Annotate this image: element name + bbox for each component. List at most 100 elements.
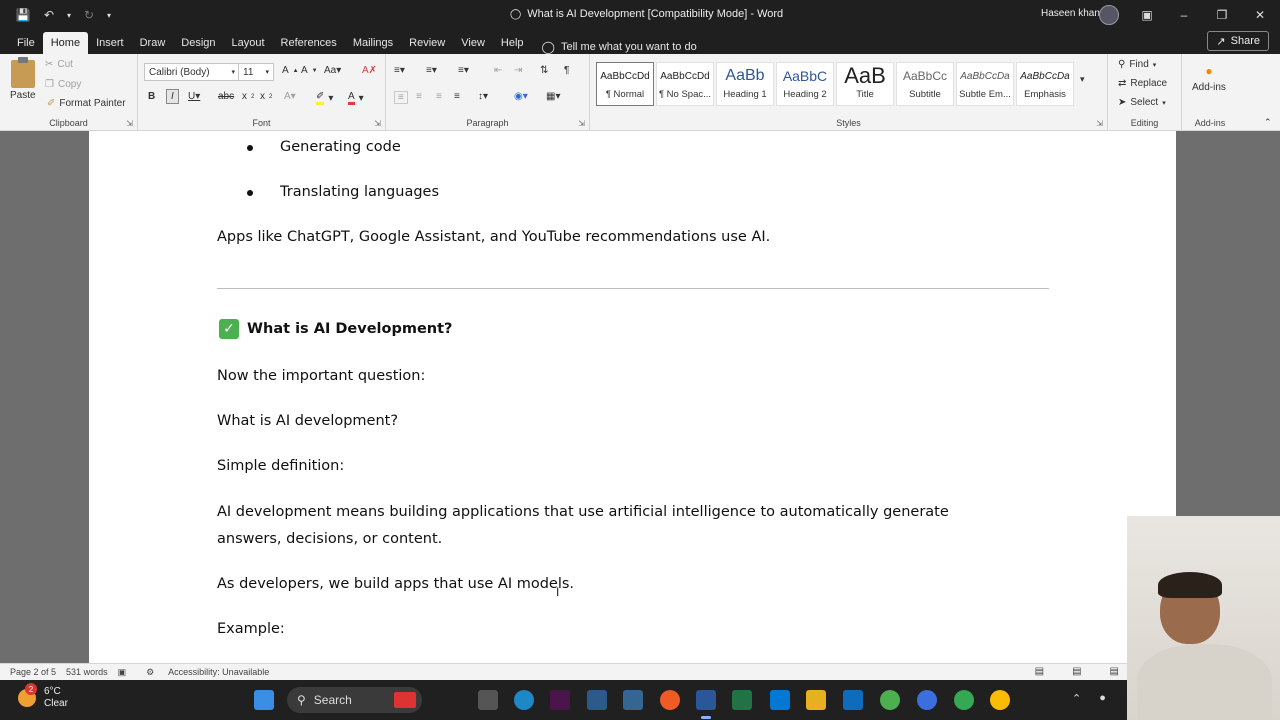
paragraph[interactable]: answers, decisions, or content. [217,531,442,547]
tab-help[interactable]: Help [493,32,532,54]
change-case-icon[interactable]: Aa▾ [324,65,341,76]
font-name-combo[interactable]: Calibri (Body) ▾ [144,63,240,81]
align-center-icon[interactable]: ≡ [416,91,422,102]
select-button[interactable]: ➤ Select ▾ [1118,97,1166,108]
tell-me-search[interactable]: ◯ Tell me what you want to do [542,40,697,54]
user-name[interactable]: Haseen khan [1041,8,1100,19]
italic-icon[interactable]: I [166,89,179,104]
taskbar-search[interactable]: ⚲ Search [287,687,422,713]
clear-formatting-icon[interactable]: A✗ [362,65,377,76]
tab-view[interactable]: View [453,32,493,54]
style-heading-1[interactable]: AaBb Heading 1 [716,62,774,106]
slack-icon[interactable] [550,690,570,710]
tab-layout[interactable]: Layout [224,32,273,54]
bullet-item[interactable]: Translating languages [280,184,439,200]
style-subtle-emphasis[interactable]: AaBbCcDa Subtle Em... [956,62,1014,106]
undo-dropdown-icon[interactable]: ▾ [64,4,74,26]
styles-launcher-icon[interactable]: ⇲ [1096,119,1103,128]
file-explorer-icon[interactable] [806,690,826,710]
strikethrough-icon[interactable]: abc [218,91,234,102]
chrome-icon[interactable] [880,690,900,710]
increase-indent-icon[interactable]: ⇥ [514,65,522,76]
style-title[interactable]: AaB Title [836,62,894,106]
windows-start-icon[interactable] [254,690,274,710]
tab-references[interactable]: References [273,32,345,54]
tab-mailings[interactable]: Mailings [345,32,401,54]
postman-icon[interactable] [660,690,680,710]
paragraph-launcher-icon[interactable]: ⇲ [578,119,585,128]
paste-button[interactable]: Paste [10,57,36,101]
bullets-icon[interactable]: ≡▾ [394,65,405,76]
tab-home[interactable]: Home [42,32,89,54]
gemini-icon[interactable] [917,690,937,710]
collapse-ribbon-icon[interactable]: ⌃ [1264,117,1272,128]
format-painter-button[interactable]: ✐ Format Painter [47,98,126,109]
numbering-icon[interactable]: ≡▾ [426,65,437,76]
addins-button[interactable]: ● Add-ins [1192,64,1226,93]
tab-draw[interactable]: Draw [132,32,174,54]
sort-icon[interactable]: ⇅ [540,65,548,76]
shading-icon[interactable]: ◉▾ [514,91,528,102]
redo-icon[interactable]: ↻ [78,4,100,26]
find-button[interactable]: ⚲ Find ▾ [1118,59,1156,70]
page-count[interactable]: Page 2 of 5 [10,667,56,677]
superscript-icon[interactable]: x2 [260,91,272,102]
pilcrow-icon[interactable]: ¶ [564,65,569,76]
tab-design[interactable]: Design [173,32,223,54]
paragraph[interactable]: Simple definition: [217,458,344,474]
paragraph-apps[interactable]: Apps like ChatGPT, Google Assistant, and… [217,229,770,245]
clipboard-launcher-icon[interactable]: ⇲ [126,119,133,128]
share-button[interactable]: ↗ Share [1207,31,1269,51]
paragraph[interactable]: Now the important question: [217,368,425,384]
paragraph[interactable]: What is AI development? [217,413,398,429]
undo-icon[interactable]: ↶ [38,4,60,26]
font-launcher-icon[interactable]: ⇲ [374,119,381,128]
focus-mode-icon[interactable]: ▤ [1035,666,1044,677]
save-icon[interactable]: 💾 [12,4,34,26]
tab-file[interactable]: File [9,32,43,54]
paragraph[interactable]: Example: [217,621,285,637]
highlight-icon[interactable]: ✐ ▾ [316,91,333,105]
outlook-icon[interactable] [843,690,863,710]
style-subtitle[interactable]: AaBbCc Subtitle [896,62,954,106]
close-icon[interactable]: ✕ [1241,0,1279,30]
web-layout-icon[interactable]: ▤ [1110,666,1119,677]
chevron-up-icon[interactable]: ⌃ [1072,692,1081,705]
justify-icon[interactable]: ≡ [454,91,460,102]
print-layout-icon[interactable]: ▤ [1072,666,1081,677]
tab-review[interactable]: Review [401,32,453,54]
azure-data-studio-icon[interactable] [587,690,607,710]
vscode-icon[interactable] [770,690,790,710]
paragraph[interactable]: AI development means building applicatio… [217,504,949,520]
line-spacing-icon[interactable]: ↕▾ [478,91,488,102]
tab-insert[interactable]: Insert [88,32,132,54]
decrease-indent-icon[interactable]: ⇤ [494,65,502,76]
document-page[interactable]: Generating code Translating languages Ap… [89,131,1176,663]
paragraph[interactable]: As developers, we build apps that use AI… [217,576,574,592]
align-right-icon[interactable]: ≡ [436,91,442,102]
avatar[interactable] [1099,5,1119,25]
restore-icon[interactable]: ❐ [1203,0,1241,30]
word-count[interactable]: 531 words [66,667,108,677]
accessibility-status[interactable]: ⚙ Accessibility: Unavailable [136,667,269,678]
excel-icon[interactable] [732,690,752,710]
ribbon-display-icon[interactable]: ▣ [1128,0,1166,30]
subscript-icon[interactable]: x2 [242,91,254,102]
shrink-font-icon[interactable]: A ▼ [301,65,318,76]
font-color-icon[interactable]: A ▾ [348,91,364,105]
minimize-icon[interactable]: – [1165,0,1203,30]
styles-gallery-more-icon[interactable]: ▾ [1080,74,1085,85]
task-view-icon[interactable] [478,690,498,710]
chrome-profile-icon[interactable] [954,690,974,710]
style-emphasis[interactable]: AaBbCcDa Emphasis [1016,62,1074,106]
align-left-icon[interactable]: ≡ [394,91,408,104]
postgres-icon[interactable] [623,690,643,710]
replace-button[interactable]: ⇄ Replace [1118,78,1167,89]
bold-icon[interactable]: B [148,91,155,102]
word-icon[interactable] [696,690,716,710]
text-effects-icon[interactable]: A▾ [284,91,296,102]
edge-icon[interactable] [514,690,534,710]
weather-widget[interactable]: 2 6°C Clear [18,683,68,710]
copy-button[interactable]: ❐ Copy [45,79,81,90]
underline-icon[interactable]: U▾ [188,91,200,102]
